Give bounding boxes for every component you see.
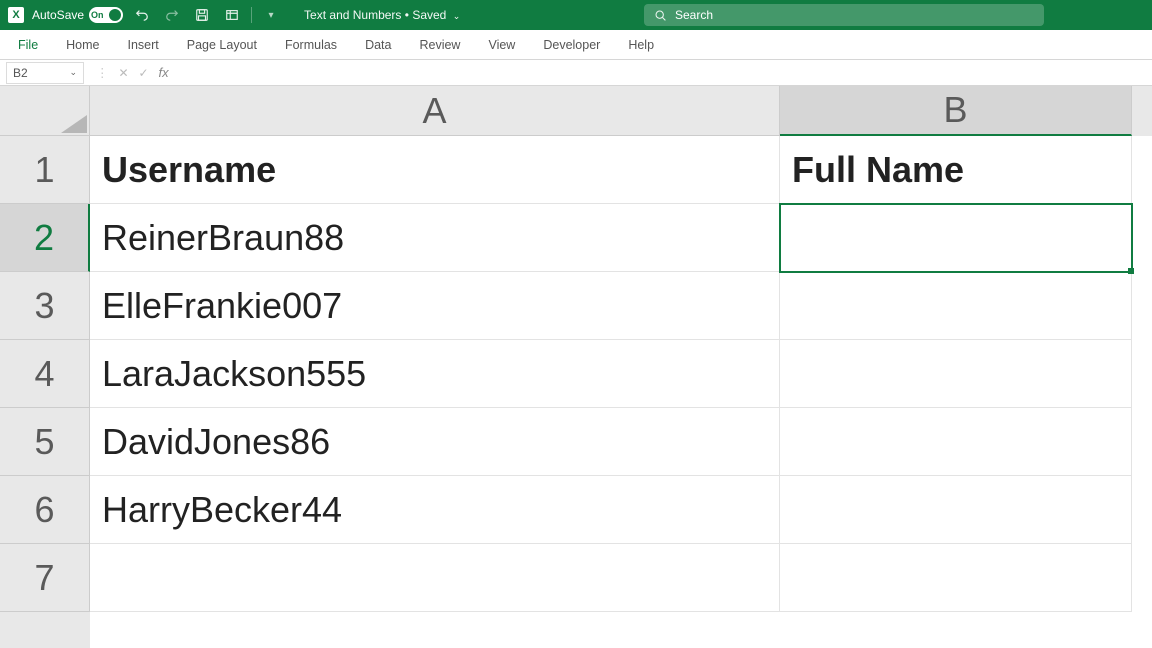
cell-a6[interactable]: HarryBecker44 xyxy=(90,476,780,544)
fx-icon[interactable]: fx xyxy=(159,65,169,80)
worksheet[interactable]: A B 1 2 3 4 5 6 7 Username Full Name Rei… xyxy=(0,86,1152,648)
cell-a2[interactable]: ReinerBraun88 xyxy=(90,204,780,272)
tab-insert[interactable]: Insert xyxy=(116,30,171,60)
tab-page-layout[interactable]: Page Layout xyxy=(175,30,269,60)
tab-home[interactable]: Home xyxy=(54,30,111,60)
cell-a3[interactable]: ElleFrankie007 xyxy=(90,272,780,340)
ribbon-tabs: File Home Insert Page Layout Formulas Da… xyxy=(0,30,1152,60)
column-header-a[interactable]: A xyxy=(90,86,780,136)
tab-review[interactable]: Review xyxy=(407,30,472,60)
redo-button[interactable] xyxy=(161,4,183,26)
tab-data[interactable]: Data xyxy=(353,30,403,60)
title-bar: X AutoSave On ▾ Text and Numbers • Saved… xyxy=(0,0,1152,30)
row-header-5[interactable]: 5 xyxy=(0,408,90,476)
name-box[interactable]: B2 ⌄ xyxy=(6,62,84,84)
select-all-corner[interactable] xyxy=(0,86,90,136)
tab-help[interactable]: Help xyxy=(616,30,666,60)
cell-b2[interactable] xyxy=(780,204,1132,272)
save-button[interactable] xyxy=(191,4,213,26)
cell-a7[interactable] xyxy=(90,544,780,612)
row-header-2[interactable]: 2 xyxy=(0,204,90,272)
cell-b7[interactable] xyxy=(780,544,1132,612)
excel-icon: X xyxy=(8,7,24,23)
cell-a4[interactable]: LaraJackson555 xyxy=(90,340,780,408)
search-placeholder: Search xyxy=(675,8,713,22)
row-header-4[interactable]: 4 xyxy=(0,340,90,408)
column-header-b[interactable]: B xyxy=(780,86,1132,136)
autosave-label: AutoSave xyxy=(32,8,84,22)
row-headers: 1 2 3 4 5 6 7 xyxy=(0,136,90,648)
cell-b5[interactable] xyxy=(780,408,1132,476)
qat-button[interactable] xyxy=(221,4,243,26)
row-header-3[interactable]: 3 xyxy=(0,272,90,340)
tab-formulas[interactable]: Formulas xyxy=(273,30,349,60)
tab-view[interactable]: View xyxy=(476,30,527,60)
cell-a1[interactable]: Username xyxy=(90,136,780,204)
tab-developer[interactable]: Developer xyxy=(531,30,612,60)
document-title[interactable]: Text and Numbers • Saved ⌄ xyxy=(304,8,460,22)
column-headers: A B xyxy=(90,86,1152,136)
enter-icon[interactable]: ✓ xyxy=(135,66,153,80)
row-header-1[interactable]: 1 xyxy=(0,136,90,204)
formula-bar-buttons: ⋮ ✕ ✓ fx xyxy=(92,65,169,80)
cell-b6[interactable] xyxy=(780,476,1132,544)
cancel-icon[interactable]: ✕ xyxy=(115,66,133,80)
cell-b1[interactable]: Full Name xyxy=(780,136,1132,204)
search-input[interactable]: Search xyxy=(644,4,1044,26)
autosave-toggle[interactable]: AutoSave On xyxy=(32,7,123,23)
cells-area[interactable]: Username Full Name ReinerBraun88 ElleFra… xyxy=(90,136,1152,648)
search-icon xyxy=(654,9,667,22)
qat-customize-button[interactable]: ▾ xyxy=(260,4,282,26)
chevron-down-icon: ⌄ xyxy=(69,67,77,78)
tab-file[interactable]: File xyxy=(6,30,50,60)
separator xyxy=(251,7,252,23)
formula-bar: B2 ⌄ ⋮ ✕ ✓ fx xyxy=(0,60,1152,86)
row-header-7[interactable]: 7 xyxy=(0,544,90,612)
undo-button[interactable] xyxy=(131,4,153,26)
cell-a5[interactable]: DavidJones86 xyxy=(90,408,780,476)
cell-b3[interactable] xyxy=(780,272,1132,340)
formula-input[interactable] xyxy=(169,62,1152,84)
cell-b4[interactable] xyxy=(780,340,1132,408)
row-header-6[interactable]: 6 xyxy=(0,476,90,544)
toggle-switch[interactable]: On xyxy=(89,7,123,23)
